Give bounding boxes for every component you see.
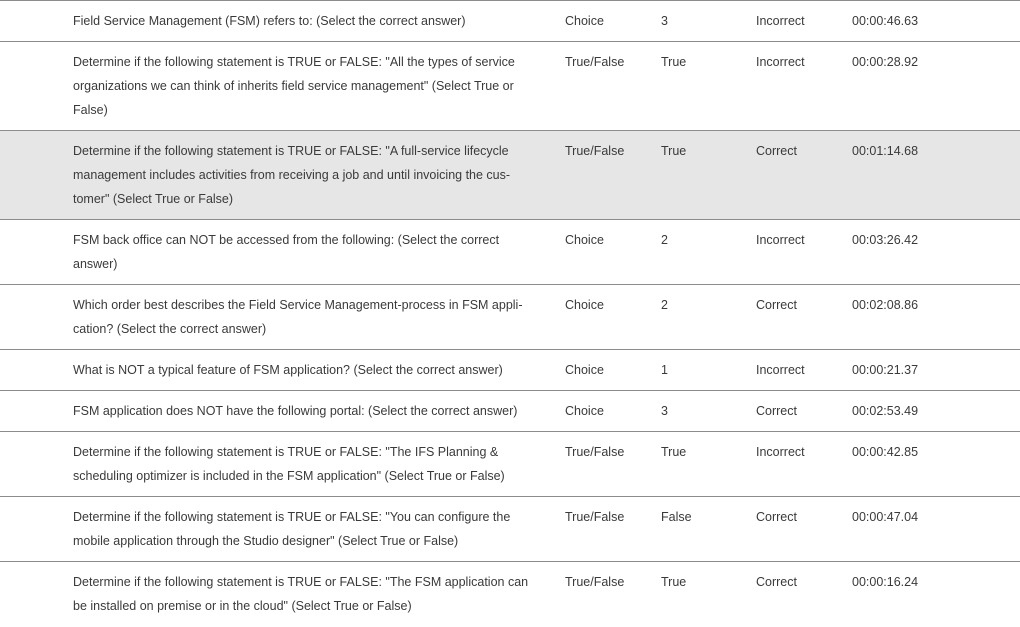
given-answer: 2 — [661, 298, 668, 312]
question-type: Choice — [565, 404, 604, 418]
result-status: Correct — [756, 404, 797, 418]
time-taken: 00:02:08.86 — [852, 298, 919, 312]
result-status: Incorrect — [756, 14, 805, 28]
time-taken: 00:00:21.37 — [852, 363, 919, 377]
given-answer: True — [661, 55, 687, 69]
question-type: Choice — [565, 298, 604, 312]
given-answer: 1 — [661, 363, 668, 377]
result-status: Correct — [756, 144, 797, 158]
given-answer: 3 — [661, 14, 668, 28]
results-table: Field Service Management (FSM) refers to… — [0, 0, 1020, 627]
table-row[interactable]: Field Service Management (FSM) refers to… — [0, 1, 1020, 42]
question-type: True/False — [565, 575, 625, 589]
question-text: Field Service Management (FSM) refers to… — [73, 14, 466, 28]
time-taken: 00:03:26.42 — [852, 233, 919, 247]
given-answer: 3 — [661, 404, 668, 418]
question-text: Determine if the following statement is … — [73, 445, 505, 483]
question-type: True/False — [565, 510, 625, 524]
time-taken: 00:00:42.85 — [852, 445, 919, 459]
table-row[interactable]: Determine if the following statement is … — [0, 42, 1020, 131]
given-answer: True — [661, 144, 687, 158]
table-row[interactable]: Determine if the following statement is … — [0, 432, 1020, 497]
question-type: True/False — [565, 445, 625, 459]
question-text: Determine if the following statement is … — [73, 575, 529, 613]
given-answer: True — [661, 575, 687, 589]
question-type: Choice — [565, 233, 604, 247]
table-row-highlighted[interactable]: Determine if the following statement is … — [0, 131, 1020, 220]
result-status: Incorrect — [756, 445, 805, 459]
result-status: Correct — [756, 298, 797, 312]
question-text: FSM back office can NOT be accessed from… — [73, 233, 500, 271]
table-row[interactable]: FSM application does NOT have the follow… — [0, 391, 1020, 432]
result-status: Incorrect — [756, 55, 805, 69]
question-type: Choice — [565, 363, 604, 377]
table-row[interactable]: Which order best describes the Field Ser… — [0, 285, 1020, 350]
question-text: Determine if the following statement is … — [73, 510, 511, 548]
question-text: FSM application does NOT have the follow… — [73, 404, 518, 418]
result-status: Incorrect — [756, 363, 805, 377]
time-taken: 00:00:47.04 — [852, 510, 919, 524]
result-status: Incorrect — [756, 233, 805, 247]
time-taken: 00:01:14.68 — [852, 144, 919, 158]
question-text: Determine if the following statement is … — [73, 55, 515, 117]
table-row[interactable]: FSM back office can NOT be accessed from… — [0, 220, 1020, 285]
question-type: True/False — [565, 55, 625, 69]
question-type: Choice — [565, 14, 604, 28]
question-text: Determine if the following statement is … — [73, 144, 511, 206]
given-answer: False — [661, 510, 692, 524]
result-status: Correct — [756, 510, 797, 524]
table-row[interactable]: Determine if the following statement is … — [0, 562, 1020, 627]
question-text: What is NOT a typical feature of FSM app… — [73, 363, 503, 377]
time-taken: 00:00:46.63 — [852, 14, 919, 28]
given-answer: 2 — [661, 233, 668, 247]
time-taken: 00:02:53.49 — [852, 404, 919, 418]
question-text: Which order best describes the Field Ser… — [73, 298, 523, 336]
time-taken: 00:00:16.24 — [852, 575, 919, 589]
result-status: Correct — [756, 575, 797, 589]
given-answer: True — [661, 445, 687, 459]
table-row[interactable]: Determine if the following statement is … — [0, 497, 1020, 562]
table-row[interactable]: What is NOT a typical feature of FSM app… — [0, 350, 1020, 391]
question-type: True/False — [565, 144, 625, 158]
time-taken: 00:00:28.92 — [852, 55, 919, 69]
